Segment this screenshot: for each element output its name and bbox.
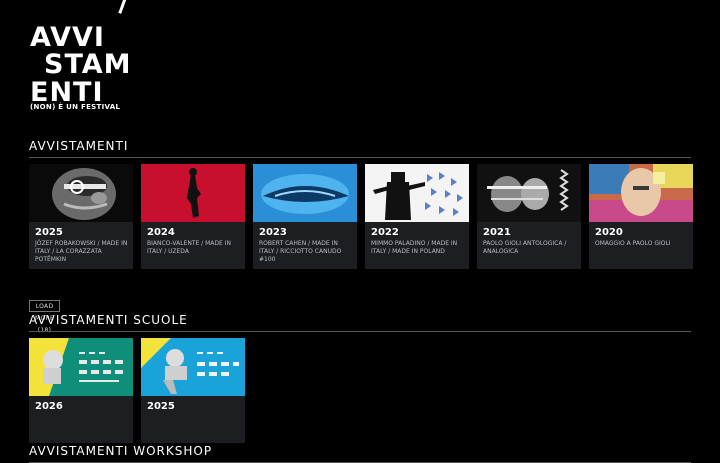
card-description: BIANCO-VALENTE / MADE IN ITALY / UZEDA (147, 240, 231, 255)
school-card-2026[interactable]: 2026 (29, 338, 133, 443)
festival-logo[interactable]: AVVI STAM ENTI (NON) È UN FESTIVAL (30, 0, 140, 115)
card-description: PAOLO GIOLI ANTOLOGICA / ANALOGICA (483, 240, 567, 255)
logo-line-2: STAM (44, 49, 132, 80)
thumbnail-image[interactable] (29, 338, 133, 396)
card-year: 2026 (35, 401, 63, 412)
card-year: 2023 (259, 227, 287, 238)
edition-card-2025[interactable]: 2025 JÓZEF ROBAKOWSKI / MADE IN ITALY / … (29, 164, 133, 269)
section-title: AVVISTAMENTI (29, 139, 691, 158)
thumbnail-image[interactable] (141, 338, 245, 396)
logo-line-3: ENTI (30, 77, 104, 108)
thumbnail-image[interactable] (365, 164, 469, 222)
section-avvistamenti: AVVISTAMENTI 2025 JÓZEF ROBAKOWSKI / MAD… (29, 139, 693, 334)
thumbnail-image[interactable] (29, 164, 133, 222)
card-year: 2020 (595, 227, 623, 238)
load-more-button[interactable]: LOAD MORE (18) (29, 300, 61, 334)
card-year: 2025 (35, 227, 63, 238)
logo-slash (118, 0, 129, 14)
card-year: 2024 (147, 227, 175, 238)
logo-tagline: (NON) È UN FESTIVAL (30, 103, 121, 111)
card-description: JÓZEF ROBAKOWSKI / MADE IN ITALY / LA CO… (35, 240, 128, 263)
card-year: 2025 (147, 401, 175, 412)
thumbnail-image[interactable] (589, 164, 693, 222)
card-year: 2022 (371, 227, 399, 238)
section-title: AVVISTAMENTI SCUOLE (29, 313, 691, 332)
card-description: OMAGGIO A PAOLO GIOLI (595, 240, 671, 247)
logo-line-1: AVVI (30, 22, 105, 53)
edition-card-2024[interactable]: 2024 BIANCO-VALENTE / MADE IN ITALY / UZ… (141, 164, 245, 269)
edition-card-2021[interactable]: 2021 PAOLO GIOLI ANTOLOGICA / ANALOGICA (477, 164, 581, 269)
card-description: MIMMO PALADINO / MADE IN ITALY / MADE IN… (371, 240, 458, 255)
card-year: 2021 (483, 227, 511, 238)
thumbnail-image[interactable] (477, 164, 581, 222)
edition-card-2022[interactable]: 2022 MIMMO PALADINO / MADE IN ITALY / MA… (365, 164, 469, 269)
section-avvistamenti-workshop: AVVISTAMENTI WORKSHOP (29, 444, 691, 463)
card-description: ROBERT CAHEN / MADE IN ITALY / RICCIOTTO… (259, 240, 342, 263)
thumbnail-image[interactable] (253, 164, 357, 222)
section-title: AVVISTAMENTI WORKSHOP (29, 444, 691, 463)
section-avvistamenti-scuole: AVVISTAMENTI SCUOLE 2026 2025 (29, 313, 691, 443)
edition-card-2020[interactable]: 2020 OMAGGIO A PAOLO GIOLI (589, 164, 693, 269)
thumbnail-image[interactable] (141, 164, 245, 222)
school-card-2025[interactable]: 2025 (141, 338, 245, 443)
edition-card-2023[interactable]: 2023 ROBERT CAHEN / MADE IN ITALY / RICC… (253, 164, 357, 269)
